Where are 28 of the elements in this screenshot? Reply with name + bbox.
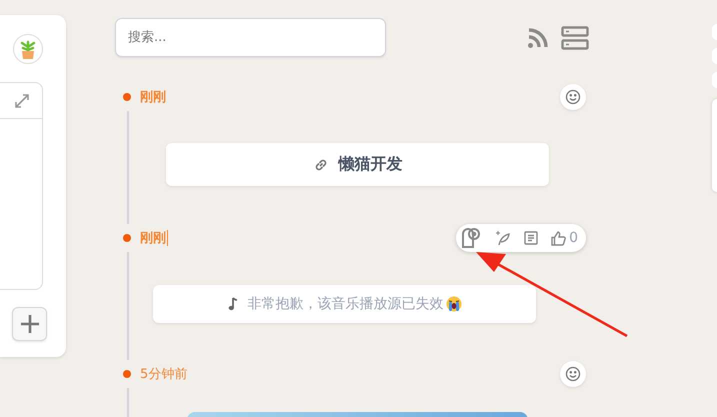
smile-icon [565, 366, 581, 382]
roll-icon[interactable] [460, 228, 482, 248]
expand-icon[interactable] [15, 94, 29, 108]
add-button[interactable] [12, 307, 47, 341]
crying-face-icon [446, 296, 462, 312]
quill-icon[interactable] [495, 230, 512, 246]
link-card[interactable]: 懒猫开发 [166, 143, 549, 186]
reaction-button[interactable] [560, 84, 586, 110]
smile-icon [565, 89, 581, 105]
link-icon [312, 156, 328, 172]
plus-icon [20, 314, 40, 334]
link-title: 懒猫开发 [338, 154, 402, 175]
music-note-icon [228, 297, 238, 311]
plant-icon [19, 38, 37, 60]
avatar[interactable] [13, 34, 43, 64]
thumbs-up-icon [551, 230, 566, 246]
timeline-dot [123, 93, 131, 101]
time-label: 刚刚 [140, 230, 166, 247]
error-message: 非常抱歉，该音乐播放源已失效 [248, 295, 444, 313]
server-icon[interactable] [561, 26, 589, 50]
rss-icon[interactable] [527, 26, 549, 48]
note-icon[interactable] [524, 231, 538, 245]
timeline-dot [123, 370, 131, 378]
time-label: 5分钟前 [140, 366, 188, 383]
search-field[interactable]: 搜索... [115, 18, 386, 57]
time-label: 刚刚 [140, 89, 166, 106]
reaction-button[interactable] [560, 361, 586, 387]
timeline-dot [123, 234, 131, 242]
